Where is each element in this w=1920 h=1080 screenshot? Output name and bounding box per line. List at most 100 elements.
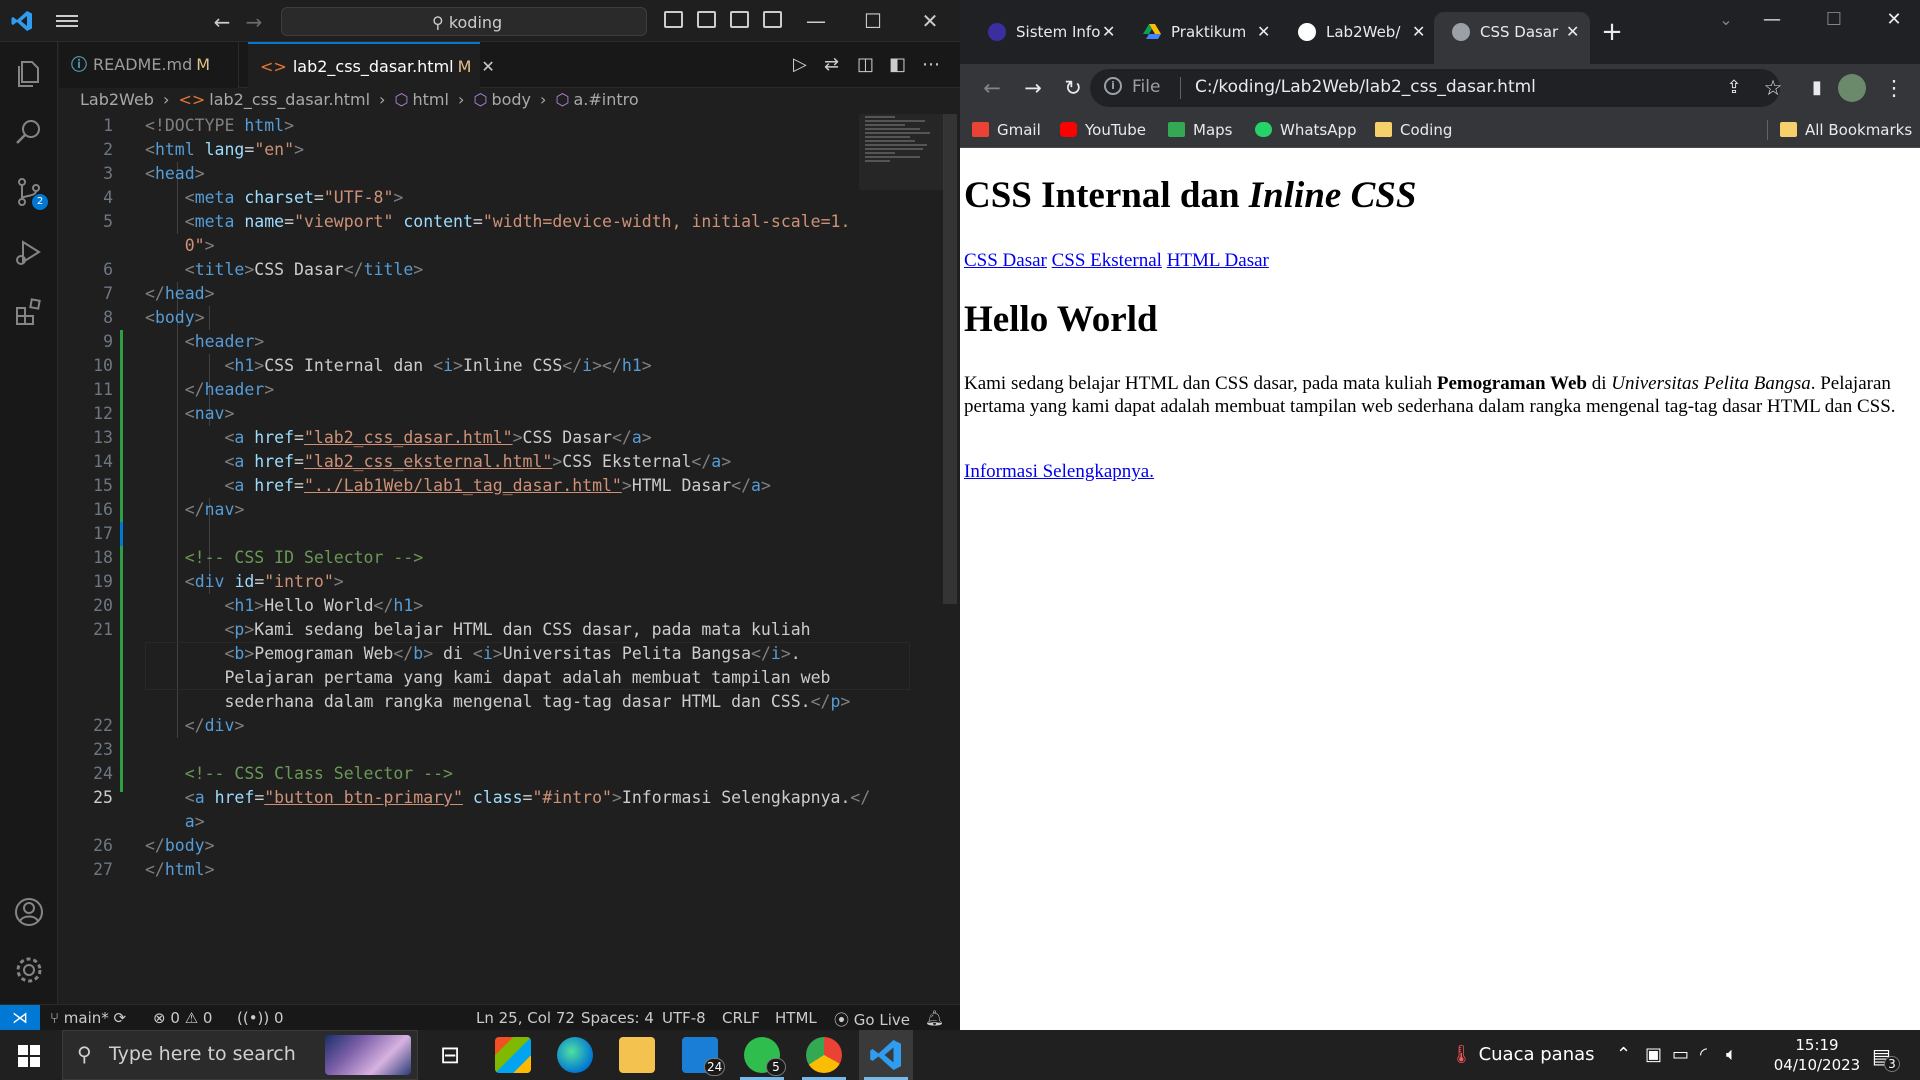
profile-avatar[interactable] <box>1838 74 1866 102</box>
file-explorer-icon[interactable] <box>619 1037 655 1073</box>
maximize-icon[interactable]: ☐ <box>859 7 887 35</box>
bookmark-youtube[interactable]: YouTube <box>1060 121 1146 139</box>
split-editor-icon[interactable]: ◧ <box>889 54 906 75</box>
weather-widget[interactable]: 🌡︎ Cuaca panas <box>1450 1044 1595 1065</box>
minimap[interactable] <box>859 114 944 190</box>
bookmark-gmail[interactable]: Gmail <box>972 121 1041 139</box>
page-nav: CSS Dasar CSS Eksternal HTML Dasar <box>964 250 1269 272</box>
breadcrumb-file[interactable]: lab2_css_dasar.html <box>209 90 370 109</box>
tab-praktikum[interactable]: Praktikum ✕ <box>1125 12 1275 52</box>
tab-close-icon[interactable]: ✕ <box>1102 12 1115 52</box>
notifications-bell-icon[interactable]: 🔔︎ <box>925 1009 944 1027</box>
remote-indicator-icon[interactable]: ⋊ <box>0 1005 40 1031</box>
breadcrumb-folder[interactable]: Lab2Web <box>80 90 154 109</box>
site-info-icon[interactable]: i <box>1104 77 1122 95</box>
taskbar-search-box[interactable]: ⚲ Type here to search <box>62 1030 418 1080</box>
open-preview-icon[interactable]: ◫ <box>857 54 874 75</box>
minimize-icon[interactable]: — <box>802 7 830 35</box>
battery-icon[interactable]: ▭ <box>1672 1044 1689 1065</box>
breadcrumb-html[interactable]: html <box>413 90 449 109</box>
chrome-menu-icon[interactable]: ⋮ <box>1882 76 1906 100</box>
windows-start-icon[interactable] <box>18 1045 40 1067</box>
breadcrumb: Lab2Web › <> lab2_css_dasar.html › ⬡ html › ⬡… <box>80 90 639 109</box>
code-editor[interactable]: 1 <!DOCTYPE html> 2 <html lang="en"> 3 <hea… <box>59 114 945 1004</box>
tab-search-chevron-icon[interactable]: ⌄ <box>1714 8 1738 32</box>
tab-sistem-info[interactable]: Sistem Info ✕ <box>970 12 1120 52</box>
language-mode[interactable]: HTML <box>775 1009 817 1027</box>
problems-status[interactable]: ⊗ 0 ⚠ 0 <box>153 1009 212 1027</box>
open-changes-icon[interactable]: ⇄ <box>824 54 839 75</box>
github-icon <box>1298 23 1316 41</box>
vscode-taskbar-icon[interactable] <box>868 1037 904 1073</box>
tab-close-icon[interactable]: ✕ <box>1566 12 1579 52</box>
address-bar[interactable]: i File C:/koding/Lab2Web/lab2_css_dasar.… <box>1090 69 1780 107</box>
close-icon[interactable]: ✕ <box>916 7 944 35</box>
indentation-status[interactable]: Spaces: 4 <box>581 1009 654 1027</box>
toggle-secondary-sidebar-icon[interactable] <box>730 11 749 28</box>
settings-gear-icon[interactable] <box>13 954 45 986</box>
bookmark-whatsapp[interactable]: WhatsApp <box>1255 121 1357 139</box>
customize-layout-icon[interactable] <box>763 11 782 28</box>
more-info-link[interactable]: Informasi Selengkapnya. <box>964 461 1154 482</box>
wifi-icon[interactable]: ◜ <box>1700 1044 1707 1065</box>
explorer-icon[interactable] <box>13 58 45 90</box>
cursor-position[interactable]: Ln 25, Col 72 <box>476 1009 575 1027</box>
bookmark-maps[interactable]: Maps <box>1168 121 1232 139</box>
breadcrumb-anchor[interactable]: a.#intro <box>573 90 638 109</box>
volume-icon[interactable]: 🔈︎ <box>1726 1044 1737 1065</box>
side-panel-icon[interactable]: ▮ <box>1805 76 1829 100</box>
reload-icon[interactable]: ↻ <box>1061 76 1085 100</box>
close-icon[interactable]: ✕ <box>1882 8 1906 32</box>
share-icon[interactable]: ⇪ <box>1722 76 1746 100</box>
toggle-panel-icon[interactable] <box>697 11 716 28</box>
minimize-icon[interactable]: — <box>1760 8 1784 32</box>
eol-status[interactable]: CRLF <box>722 1009 760 1027</box>
hamburger-menu-icon[interactable] <box>56 12 78 30</box>
toggle-primary-sidebar-icon[interactable] <box>664 11 683 28</box>
tab-css-dasar[interactable]: CSS Dasar ✕ <box>1434 12 1590 64</box>
tab-readme[interactable]: ⓘ README.md M <box>59 42 239 88</box>
extensions-icon[interactable] <box>13 296 45 328</box>
command-center-search[interactable]: ⚲ koding <box>281 7 647 36</box>
search-icon[interactable] <box>13 116 45 148</box>
error-icon: ⊗ <box>153 1009 166 1027</box>
chrome-icon[interactable] <box>806 1037 842 1073</box>
show-hidden-icons-chevron-icon[interactable]: ⌃ <box>1616 1044 1631 1065</box>
run-icon[interactable]: ▷ <box>793 54 807 75</box>
nav-link-css-eksternal[interactable]: CSS Eksternal <box>1052 250 1162 271</box>
encoding-status[interactable]: UTF-8 <box>662 1009 706 1027</box>
folder-icon <box>1780 122 1797 137</box>
nav-link-css-dasar[interactable]: CSS Dasar <box>964 250 1047 271</box>
ports-status[interactable]: ((•)) 0 <box>237 1009 284 1027</box>
tab-close-icon[interactable]: ✕ <box>1257 12 1270 52</box>
meet-now-icon[interactable]: ▣ <box>1645 1044 1662 1065</box>
nav-link-html-dasar[interactable]: HTML Dasar <box>1167 250 1269 271</box>
tab-close-icon[interactable]: ✕ <box>481 57 494 76</box>
run-debug-icon[interactable] <box>13 236 45 268</box>
maximize-icon[interactable]: ☐ <box>1822 8 1846 32</box>
bookmark-star-icon[interactable]: ☆ <box>1761 76 1785 100</box>
accounts-icon[interactable] <box>13 896 45 928</box>
back-arrow-icon[interactable]: ← <box>980 76 1004 100</box>
task-view-icon[interactable]: ⊟ <box>432 1037 468 1073</box>
tab-close-icon[interactable]: ✕ <box>1412 12 1425 52</box>
forward-arrow-icon[interactable]: → <box>1021 76 1045 100</box>
go-live-button[interactable]: ⦿ Go Live <box>834 1009 910 1030</box>
breadcrumb-body[interactable]: body <box>491 90 531 109</box>
bookmark-coding-folder[interactable]: Coding <box>1375 121 1452 139</box>
microsoft-store-icon[interactable] <box>495 1037 531 1073</box>
back-arrow-icon[interactable]: ← <box>211 10 233 34</box>
edge-icon[interactable] <box>557 1037 593 1073</box>
tab-lab2web-github[interactable]: Lab2Web/ ✕ <box>1280 12 1430 52</box>
all-bookmarks[interactable]: All Bookmarks <box>1780 121 1912 139</box>
branch-status[interactable]: ⑂ main* ⟳ <box>50 1009 126 1027</box>
editor-scrollbar[interactable] <box>943 114 957 604</box>
more-actions-icon[interactable]: ⋯ <box>922 54 940 75</box>
clock[interactable]: 15:19 04/10/2023 <box>1762 1035 1872 1075</box>
forward-arrow-icon[interactable]: → <box>243 10 265 34</box>
new-tab-icon[interactable]: + <box>1600 19 1624 45</box>
chrome-tab-strip: Sistem Info ✕ Praktikum ✕ Lab2Web/ ✕ CSS… <box>960 0 1920 64</box>
url-text[interactable]: C:/koding/Lab2Web/lab2_css_dasar.html <box>1195 77 1536 97</box>
scheme-label: File <box>1132 77 1161 97</box>
tab-lab2-css-dasar[interactable]: <> lab2_css_dasar.html M ✕ <box>248 42 495 88</box>
